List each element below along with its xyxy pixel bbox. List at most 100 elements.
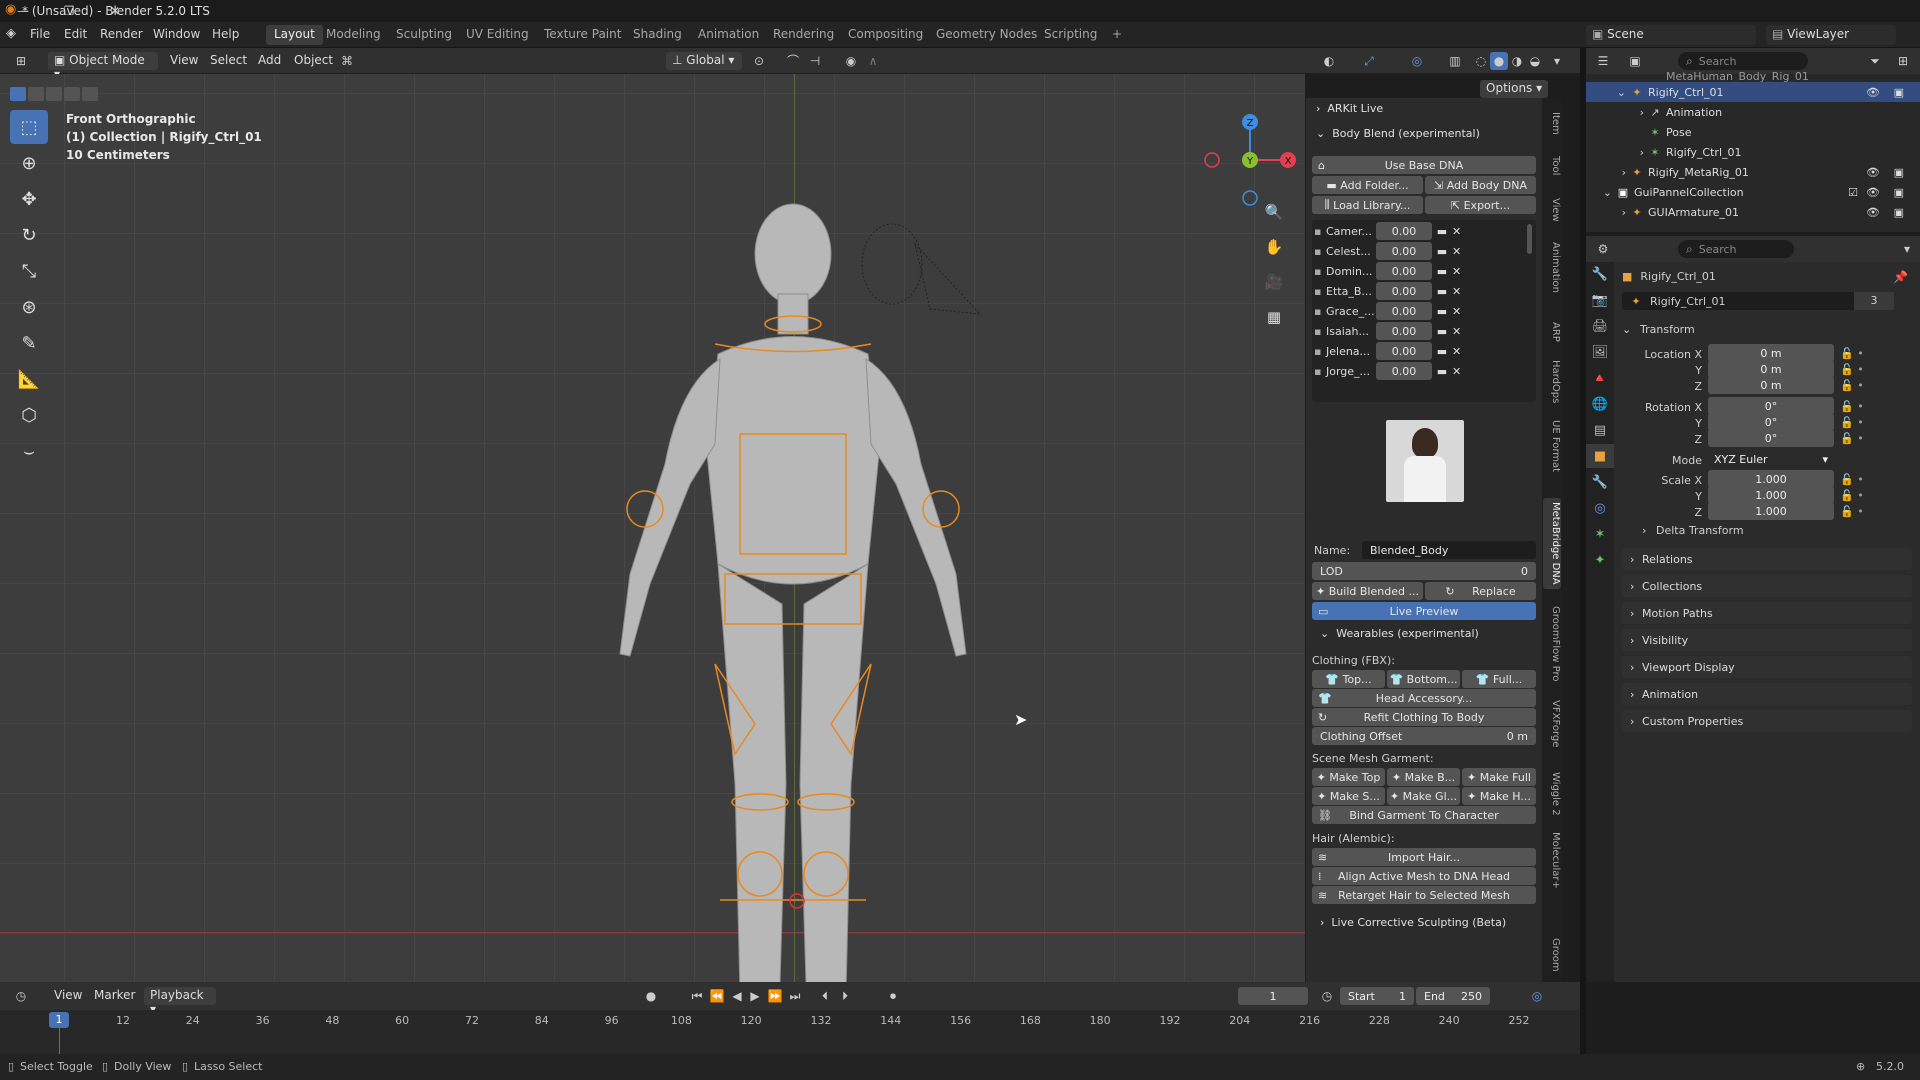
list-item[interactable]: ▪ Jelena... 0.00 ▬ ✕ [1314, 342, 1538, 360]
list-scrollbar[interactable] [1527, 224, 1532, 254]
pin-icon[interactable]: 📌 [1893, 270, 1908, 284]
live-preview-toggle[interactable]: ▭ Live Preview [1312, 602, 1536, 620]
build-blended-button[interactable]: ✦ Build Blended ... [1312, 582, 1423, 600]
remove-icon[interactable]: ✕ [1452, 305, 1464, 318]
visibility-section[interactable]: › Visibility [1622, 629, 1912, 651]
view-layer-props-icon[interactable]: 🖼 [1586, 340, 1614, 364]
menu-view[interactable]: View [164, 52, 204, 70]
auto-keying-icon[interactable]: ⏺ [884, 987, 902, 1005]
playback-dropdown[interactable]: Playback ▾ [144, 987, 216, 1016]
lod-field[interactable]: LOD 0 [1312, 562, 1536, 580]
outliner-row[interactable]: › ↗ Animation [1586, 102, 1920, 122]
camera-render-icon[interactable]: ▣ [1894, 86, 1904, 99]
camera-icon[interactable]: 🎥 [1262, 270, 1286, 294]
full-button[interactable]: 👕 Full... [1462, 670, 1536, 688]
tab-texture-paint[interactable]: Texture Paint [536, 25, 629, 45]
start-frame-field[interactable]: Start 1 [1340, 987, 1414, 1005]
tab-geometry-nodes[interactable]: Geometry Nodes [928, 25, 1045, 45]
outliner-row[interactable]: › ✦ Rigify_MetaRig_01 👁 ▣ [1586, 162, 1920, 182]
folder-icon[interactable]: ▬ [1432, 305, 1452, 318]
eye-icon[interactable]: 👁 [1866, 186, 1880, 199]
view-toggle-icon[interactable]: ◎ [1528, 987, 1546, 1005]
menu-select[interactable]: Select [204, 52, 253, 70]
make-full-button[interactable]: ✦ Make Full [1462, 768, 1536, 786]
remove-icon[interactable]: ✕ [1452, 245, 1464, 258]
tab-vfxforge[interactable]: VFXForge [1543, 696, 1561, 751]
folder-icon[interactable]: ▬ [1432, 325, 1452, 338]
navigation-gizmo[interactable]: Z X Y [1198, 108, 1302, 212]
outliner-row[interactable]: ⌄ ▣ GuiPannelCollection ☑ 👁 ▣ [1586, 182, 1920, 202]
dna-weight[interactable]: 0.00 [1376, 302, 1432, 320]
scene-selector[interactable]: ▣ Scene [1586, 25, 1756, 45]
use-base-dna-button[interactable]: ⌂ Use Base DNA [1312, 156, 1536, 174]
transform-orientation-dropdown[interactable]: ⊥ Global ▾ [666, 52, 742, 70]
add-cube-tool-icon[interactable]: ⬡ [10, 398, 48, 432]
ortho-grid-icon[interactable]: ▦ [1262, 305, 1286, 329]
remove-icon[interactable]: ✕ [1452, 345, 1464, 358]
menu-window[interactable]: Window [153, 27, 200, 41]
load-library-button[interactable]: ⫼ Load Library... [1312, 196, 1423, 214]
align-mesh-button[interactable]: ⁞ Align Active Mesh to DNA Head [1312, 867, 1536, 885]
options-dropdown[interactable]: Options ▾ [1480, 80, 1549, 98]
visibility-filter-icon[interactable]: ◐ [1320, 52, 1338, 70]
character-figure[interactable] [550, 144, 1070, 982]
play-reverse-icon[interactable]: ◀ [728, 987, 746, 1005]
3d-viewport[interactable]: Front Orthographic (1) Collection | Rigi… [0, 74, 1305, 982]
dna-weight[interactable]: 0.00 [1376, 242, 1432, 260]
tab-hardops[interactable]: HardOps [1543, 356, 1561, 407]
animation-section[interactable]: › Animation [1622, 683, 1912, 705]
tab-item[interactable]: Item [1543, 108, 1561, 139]
list-item[interactable]: ▪ Grace_... 0.00 ▬ ✕ [1314, 302, 1538, 320]
curve-tool-icon[interactable]: ⌣ [10, 434, 48, 468]
folder-icon[interactable]: ▬ [1432, 245, 1452, 258]
delta-transform-section[interactable]: › Delta Transform [1642, 524, 1744, 537]
lock-icon[interactable]: 🔓 • [1840, 378, 1864, 394]
annotate-tool-icon[interactable]: ✎ [10, 326, 48, 360]
motion-paths-section[interactable]: › Motion Paths [1622, 602, 1912, 624]
add-folder-button[interactable]: ▬ Add Folder... [1312, 176, 1423, 194]
scale-tool-icon[interactable]: ⤡ [10, 254, 48, 288]
eye-icon[interactable]: 👁 [1866, 166, 1880, 179]
arkit-live-section[interactable]: › ARKit Live [1316, 102, 1383, 115]
folder-icon[interactable]: ▬ [1432, 345, 1452, 358]
shading-wireframe-icon[interactable]: ◌ [1472, 52, 1490, 70]
outliner-row[interactable]: ✶ Pose [1586, 122, 1920, 142]
tab-modeling[interactable]: Modeling [318, 25, 389, 45]
tab-animation[interactable]: Animation [690, 25, 767, 45]
scale-z-field[interactable]: 1.000 [1708, 502, 1834, 520]
remove-icon[interactable]: ✕ [1452, 225, 1464, 238]
camera-render-icon[interactable]: ▣ [1894, 166, 1904, 179]
tab-view[interactable]: View [1543, 194, 1561, 226]
tab-rendering[interactable]: Rendering [765, 25, 842, 45]
folder-icon[interactable]: ▬ [1432, 365, 1452, 378]
data-block-field[interactable]: ✦ Rigify_Ctrl_01 3 [1622, 292, 1894, 310]
remove-icon[interactable]: ✕ [1452, 365, 1464, 378]
physics-props-icon[interactable]: ◎ [1586, 496, 1614, 520]
make-gloves-button[interactable]: ✦ Make Gl... [1387, 787, 1460, 805]
list-item[interactable]: ▪ Isaiah... 0.00 ▬ ✕ [1314, 322, 1538, 340]
snap-icon[interactable]: ⌒ [784, 52, 802, 70]
rotate-tool-icon[interactable]: ↻ [10, 218, 48, 252]
folder-icon[interactable]: ▬ [1432, 265, 1452, 278]
tab-scripting[interactable]: Scripting [1036, 25, 1105, 45]
dna-weight[interactable]: 0.00 [1376, 282, 1432, 300]
tab-groom[interactable]: Groom [1543, 934, 1561, 976]
timeline-menu-view[interactable]: View [48, 987, 88, 1005]
bottom-button[interactable]: 👕 Bottom... [1387, 670, 1460, 688]
user-count[interactable]: 3 [1854, 292, 1894, 310]
menu-object[interactable]: Object [288, 52, 339, 70]
make-s-button[interactable]: ✦ Make S... [1312, 787, 1385, 805]
lock-icon[interactable]: 🔓 • [1840, 362, 1864, 378]
select-box-tool-icon[interactable]: ⬚ [10, 110, 48, 144]
playhead-frame[interactable]: 1 [49, 1012, 69, 1028]
tab-layout[interactable]: Layout [266, 25, 323, 45]
dna-weight[interactable]: 0.00 [1376, 362, 1432, 380]
tab-metabridge-dna[interactable]: MetaBridge DNA [1543, 498, 1561, 589]
menu-render[interactable]: Render [100, 27, 143, 41]
name-field[interactable]: Blended_Body [1362, 541, 1536, 559]
outliner-row[interactable]: › ✶ Rigify_Ctrl_01 [1586, 142, 1920, 162]
end-frame-field[interactable]: End 250 [1416, 987, 1490, 1005]
object-constraint-icon[interactable]: ⌘ [338, 52, 356, 70]
remove-icon[interactable]: ✕ [1452, 285, 1464, 298]
rotation-z-field[interactable]: 0° [1708, 429, 1834, 447]
